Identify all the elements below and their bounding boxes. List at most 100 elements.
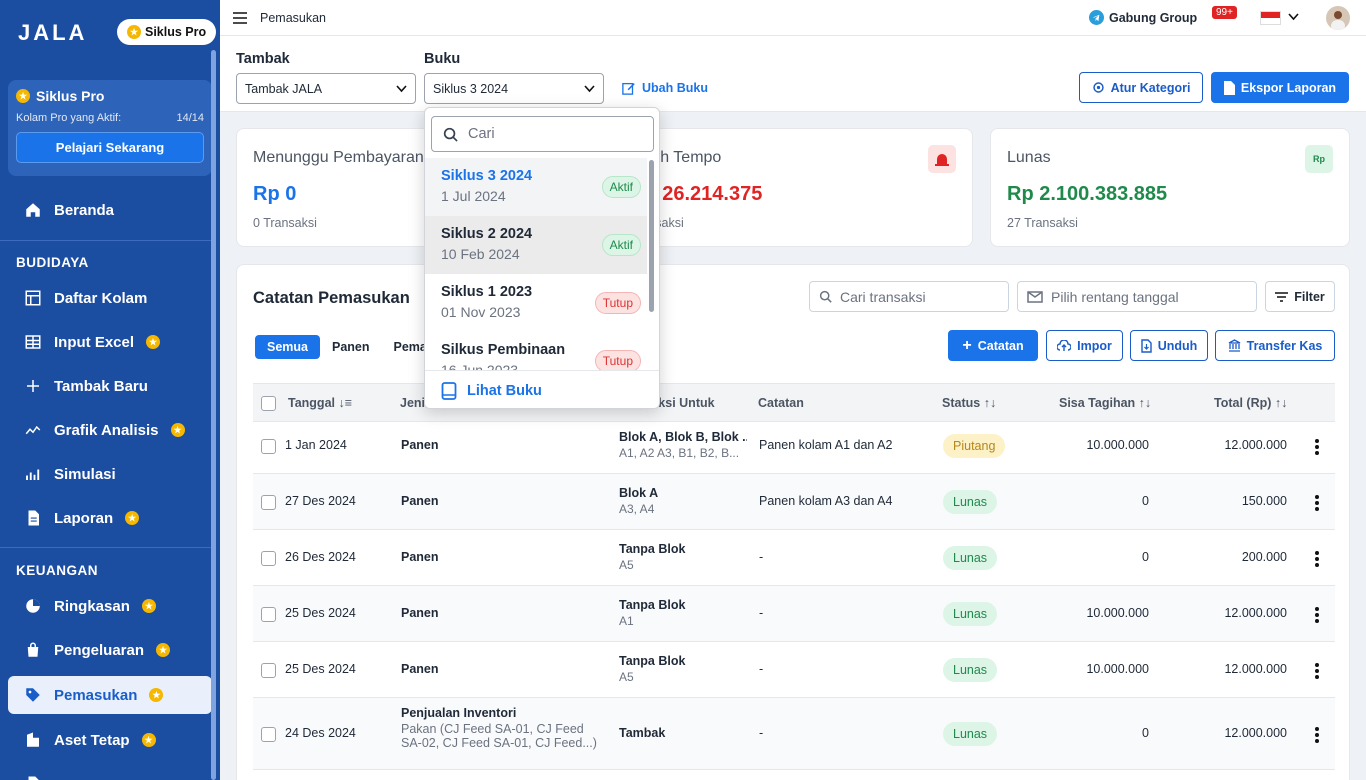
- dropdown-item-siklus-3-2024[interactable]: Siklus 3 2024 1 Jul 2024 Aktif: [425, 158, 647, 216]
- avatar[interactable]: [1326, 6, 1350, 30]
- col-sisa-tagihan[interactable]: Sisa Tagihan ↑↓: [1059, 396, 1151, 410]
- tab-semua[interactable]: Semua: [255, 335, 320, 359]
- row-checkbox[interactable]: [261, 495, 276, 510]
- dropdown-item-siklus-2-2024[interactable]: Siklus 2 2024 10 Feb 2024 Aktif: [425, 216, 647, 274]
- card-title: Menunggu Pembayaran: [253, 149, 424, 166]
- menu-icon[interactable]: [233, 12, 247, 24]
- page-title: Pemasukan: [260, 11, 327, 25]
- more-vertical-icon[interactable]: [1315, 437, 1319, 457]
- learn-now-button[interactable]: Pelajari Sekarang: [16, 132, 204, 163]
- nav-aset-tetap[interactable]: Aset Tetap ★: [8, 721, 212, 759]
- nav-simulasi[interactable]: Simulasi: [8, 455, 212, 493]
- table-row[interactable]: 25 Des 2024 Panen Tanpa Blok A5 - Lunas 10.000…: [253, 642, 1335, 698]
- dropdown-scrollbar[interactable]: [649, 160, 654, 312]
- row-for: Tambak: [619, 726, 666, 740]
- row-for-sub: A1, A2 A3, B1, B2, B...: [619, 446, 740, 460]
- row-checkbox[interactable]: [261, 727, 276, 742]
- plus-icon: +: [962, 336, 972, 354]
- status-badge: Lunas: [943, 490, 998, 514]
- nav-label: Daftar Kolam: [54, 289, 148, 307]
- chevron-down-icon[interactable]: [1288, 13, 1299, 21]
- row-checkbox[interactable]: [261, 607, 276, 622]
- nav-laporan[interactable]: Laporan ★: [8, 499, 212, 537]
- col-total[interactable]: Total (Rp) ↑↓: [1214, 396, 1287, 410]
- nav-ringkasan[interactable]: Ringkasan ★: [8, 587, 212, 625]
- dropdown-item-siklus-1-2023[interactable]: Siklus 1 2023 01 Nov 2023 Tutup: [425, 274, 647, 332]
- row-checkbox[interactable]: [261, 439, 276, 454]
- indonesia-flag-icon[interactable]: [1260, 11, 1281, 25]
- table-row[interactable]: 24 Des 2024 Penjualan Inventori Pakan (CJ …: [253, 698, 1335, 770]
- row-for: Tanpa Blok: [619, 598, 686, 612]
- row-remaining: 10.000.000: [1086, 662, 1149, 676]
- search-icon: [443, 127, 458, 142]
- row-checkbox[interactable]: [261, 663, 276, 678]
- ekspor-laporan-button[interactable]: Ekspor Laporan: [1211, 72, 1349, 103]
- impor-button[interactable]: Impor: [1046, 330, 1123, 361]
- ubah-buku-button[interactable]: Ubah Buku: [622, 81, 708, 95]
- section-keuangan: KEUANGAN: [16, 563, 99, 578]
- status-badge: Lunas: [943, 546, 998, 570]
- tab-panen[interactable]: Panen: [320, 335, 382, 359]
- book-icon: [441, 381, 457, 400]
- nav-beranda[interactable]: Beranda: [8, 191, 212, 229]
- nav-more[interactable]: [8, 765, 212, 780]
- row-checkbox[interactable]: [261, 551, 276, 566]
- telegram-icon: [1089, 10, 1104, 25]
- dropdown-search-input[interactable]: Cari: [431, 116, 654, 152]
- nav-pengeluaran[interactable]: Pengeluaran ★: [8, 631, 212, 669]
- more-vertical-icon[interactable]: [1315, 493, 1319, 513]
- row-remaining: 0: [1142, 726, 1149, 740]
- nav-tambak-baru[interactable]: Tambak Baru: [8, 367, 212, 405]
- card-value: Rp 0: [253, 183, 297, 205]
- catatan-label: Catatan: [977, 338, 1024, 353]
- lihat-buku-link[interactable]: Lihat Buku: [425, 370, 659, 408]
- jala-logo[interactable]: JALA: [18, 20, 87, 46]
- join-group-link[interactable]: Gabung Group: [1089, 10, 1197, 25]
- row-total: 12.000.000: [1224, 662, 1287, 676]
- impor-label: Impor: [1077, 338, 1112, 353]
- tambak-select[interactable]: Tambak JALA: [236, 73, 416, 104]
- select-all-checkbox[interactable]: [261, 396, 276, 411]
- row-total: 12.000.000: [1224, 606, 1287, 620]
- date-range-input[interactable]: Pilih rentang tanggal: [1017, 281, 1257, 312]
- buku-select[interactable]: Siklus 3 2024: [424, 73, 604, 104]
- atur-kategori-button[interactable]: Atur Kategori: [1079, 72, 1203, 103]
- more-vertical-icon[interactable]: [1315, 549, 1319, 569]
- more-vertical-icon[interactable]: [1315, 725, 1319, 745]
- filter-icon: [1275, 291, 1289, 302]
- more-vertical-icon[interactable]: [1315, 605, 1319, 625]
- nav-label: Tambak Baru: [54, 377, 148, 395]
- join-group-label: Gabung Group: [1109, 10, 1198, 25]
- row-date: 26 Des 2024: [285, 550, 356, 564]
- row-for: Tanpa Blok: [619, 542, 686, 556]
- nav-daftar-kolam[interactable]: Daftar Kolam: [8, 279, 212, 317]
- chart-bar-icon: [26, 469, 40, 480]
- pro-star-icon: ★: [146, 335, 161, 349]
- nav-pemasukan[interactable]: Pemasukan ★: [8, 676, 212, 714]
- transfer-kas-button[interactable]: Transfer Kas: [1215, 330, 1335, 361]
- filter-button[interactable]: Filter: [1265, 281, 1335, 312]
- table-row[interactable]: 25 Des 2024 Panen Tanpa Blok A1 - Lunas 10.000…: [253, 586, 1335, 642]
- row-type: Panen: [401, 606, 439, 620]
- table-row[interactable]: 1 Jan 2024 Panen Blok A, Blok B, Blok ... A…: [253, 418, 1335, 474]
- nav-grafik-analisis[interactable]: Grafik Analisis ★: [8, 411, 212, 449]
- siklus-pro-pill[interactable]: ★ Siklus Pro: [117, 19, 217, 45]
- sidebar-scrollbar[interactable]: [211, 50, 216, 780]
- pro-pill-label: Siklus Pro: [145, 25, 207, 39]
- col-tanggal[interactable]: Tanggal ↓≡: [288, 396, 352, 410]
- nav-input-excel[interactable]: Input Excel ★: [8, 323, 212, 361]
- table-row[interactable]: 26 Des 2024 Panen Tanpa Blok A5 - Lunas 0 200.0…: [253, 530, 1335, 586]
- table-row[interactable]: 27 Des 2024 Panen Blok A A3, A4 Panen kolam …: [253, 474, 1335, 530]
- row-date: 25 Des 2024: [285, 606, 356, 620]
- chevron-down-icon: [584, 84, 595, 92]
- status-badge: Tutup: [594, 292, 641, 314]
- col-status[interactable]: Status ↑↓: [942, 396, 996, 410]
- unduh-button[interactable]: Unduh: [1130, 330, 1208, 361]
- shopping-bag-icon: [27, 642, 39, 657]
- transaction-search-input[interactable]: Cari transaksi: [809, 281, 1009, 312]
- more-vertical-icon[interactable]: [1315, 661, 1319, 681]
- notification-badge[interactable]: 99+: [1212, 6, 1237, 19]
- add-catatan-button[interactable]: + Catatan: [948, 330, 1038, 361]
- mail-icon: [1027, 290, 1043, 303]
- card-sub: 0 Transaksi: [253, 216, 317, 230]
